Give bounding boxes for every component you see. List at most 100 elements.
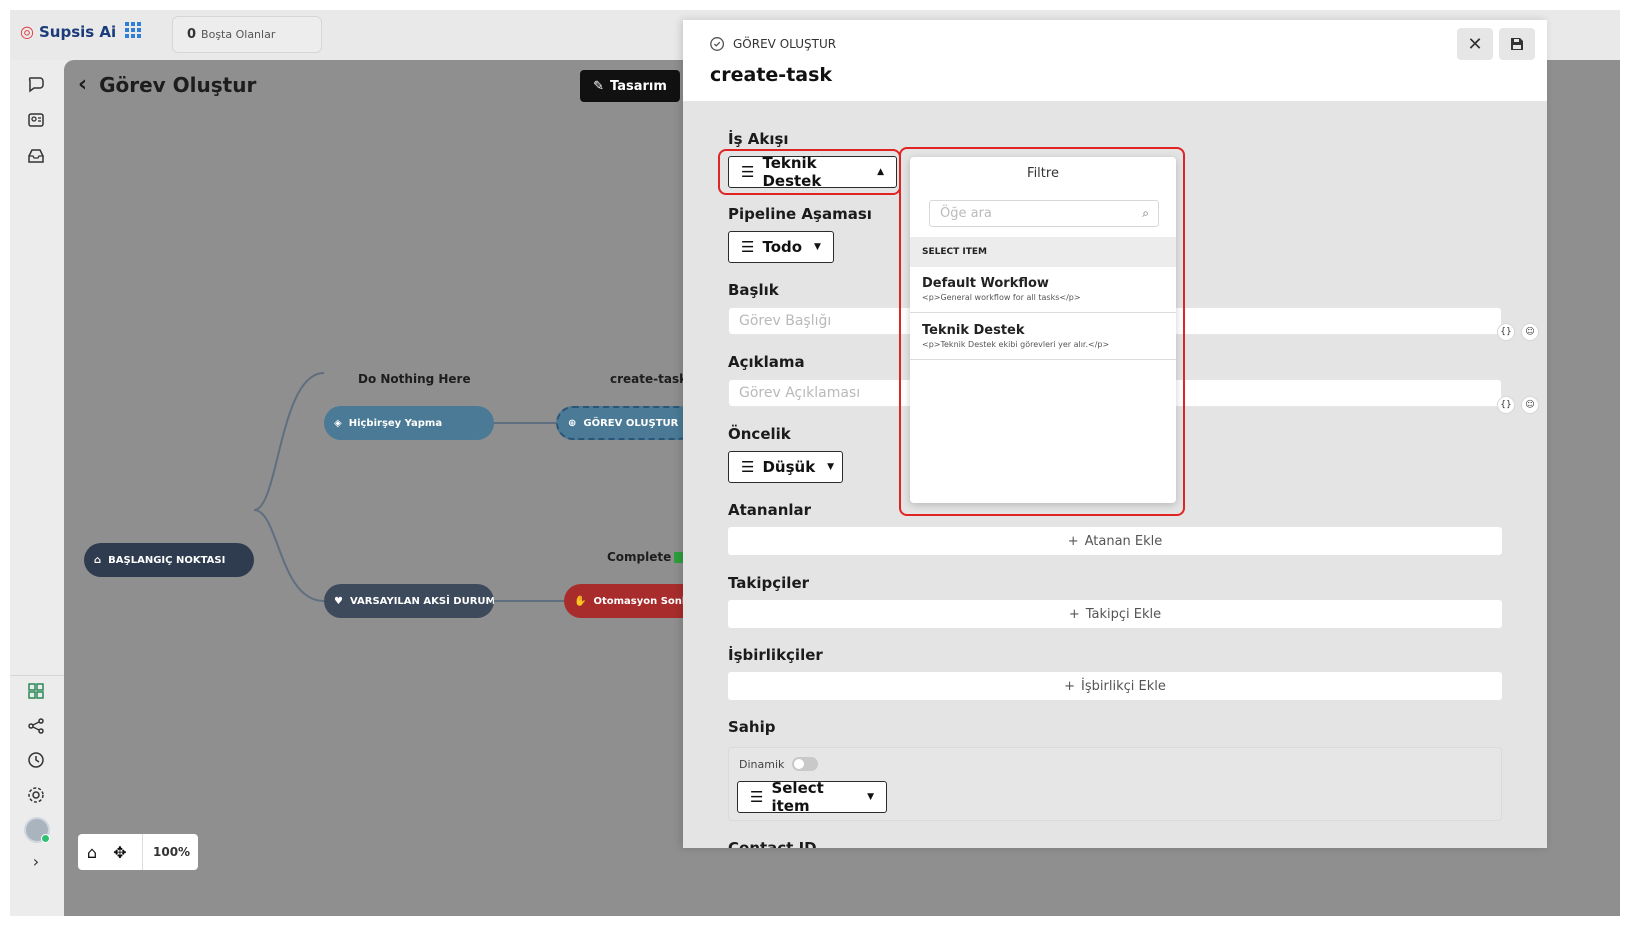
description-input-tools: {} ☺ (1497, 396, 1539, 414)
caret-down-icon: ▼ (827, 462, 835, 472)
node-caption: Complete (607, 550, 686, 564)
broken-heart-icon: ♥ (334, 595, 343, 607)
priority-dropdown[interactable]: ☰ Düşük ▼ (728, 451, 843, 483)
code-braces-icon[interactable]: {} (1497, 323, 1515, 341)
emoji-icon[interactable]: ☺ (1521, 396, 1539, 414)
dashboard-icon[interactable] (26, 681, 46, 701)
panel-kicker-label: GÖREV OLUŞTUR (733, 37, 837, 51)
wave-hand-icon: ✋ (574, 595, 587, 607)
node-caption-text: Complete (607, 550, 672, 564)
option-default-workflow[interactable]: Default Workflow <p>General workflow for… (910, 267, 1176, 313)
owner-select-dropdown[interactable]: ☰ Select item ▼ (737, 779, 887, 815)
idle-agents-box[interactable]: 0 Boşta Olanlar (172, 16, 322, 53)
filter-icon: ☰ (741, 238, 755, 256)
app-logo[interactable]: ◎ Supsis Ai (20, 22, 116, 41)
zoom-controls: ⌂ ✥ 100% (78, 834, 198, 870)
caret-down-icon: ▼ (814, 242, 821, 252)
popover-title: Filtre (1027, 166, 1059, 181)
followers-label: Takipçiler (728, 574, 810, 592)
title-label: Başlık (728, 281, 779, 299)
add-collaborator-button[interactable]: + İşbirlikçi Ekle (728, 672, 1502, 700)
workflow-filter-popover: Filtre Öğe ara ⌕ SELECT ITEM Default Wor… (910, 157, 1176, 503)
owner-label: Sahip (728, 718, 776, 736)
node-label: VARSAYILAN AKSİ DURUM (349, 595, 494, 607)
add-follower-label: Takipçi Ekle (1085, 606, 1162, 622)
zoom-level[interactable]: 100% (143, 845, 190, 859)
save-button[interactable] (1499, 28, 1535, 60)
add-assignee-label: Atanan Ekle (1084, 533, 1163, 549)
apps-grid-icon[interactable] (125, 22, 141, 38)
clock-icon[interactable] (26, 750, 46, 770)
left-sidebar: › (10, 60, 64, 916)
dynamic-toggle-row: Dinamik (739, 757, 819, 771)
option-name: Default Workflow (922, 276, 1049, 291)
pipeline-stage-dropdown[interactable]: ☰ Todo ▼ (728, 231, 834, 263)
option-description: <p>General workflow for all tasks</p> (922, 293, 1081, 302)
home-icon: ⌂ (94, 554, 102, 566)
node-label: Hiçbirşey Yapma (348, 417, 443, 429)
node-label: Otomasyon Sonl (593, 595, 686, 607)
title-input-tools: {} ☺ (1497, 323, 1539, 341)
flow-node-default-else[interactable]: ♥ VARSAYILAN AKSİ DURUM (324, 584, 494, 618)
workflow-value: Teknik Destek (762, 154, 822, 190)
contacts-icon[interactable] (26, 110, 46, 130)
emoji-icon[interactable]: ☺ (1521, 323, 1539, 341)
chat-icon[interactable] (26, 74, 46, 94)
assignees-label: Atananlar (728, 501, 812, 519)
popover-search-input[interactable]: Öğe ara ⌕ (929, 200, 1159, 227)
workflow-dropdown[interactable]: ☰ Teknik Destek ▲ (728, 154, 897, 190)
user-avatar[interactable] (24, 817, 50, 843)
close-icon: ✕ (1467, 33, 1483, 55)
pipeline-stage-label: Pipeline Aşaması (728, 205, 872, 223)
owner-select-value: Select item (771, 779, 824, 815)
settings-icon[interactable] (26, 785, 46, 805)
flow-node-start[interactable]: ⌂ BAŞLANGIÇ NOKTASI (84, 543, 254, 577)
floppy-disk-icon (1511, 38, 1523, 50)
dynamic-label: Dinamik (739, 757, 785, 771)
logo-icon: ◎ (20, 22, 34, 41)
pipeline-stage-value: Todo (762, 238, 803, 256)
close-button[interactable]: ✕ (1457, 28, 1493, 60)
home-icon[interactable]: ⌂ (78, 843, 106, 862)
plus-icon: + (1064, 678, 1076, 694)
code-braces-icon[interactable]: {} (1497, 396, 1515, 414)
task-check-icon: ⊕ (568, 417, 577, 429)
share-icon[interactable] (26, 716, 46, 736)
filter-icon: ☰ (741, 163, 755, 181)
add-follower-button[interactable]: + Takipçi Ekle (728, 600, 1502, 628)
plus-icon: + (1068, 606, 1080, 622)
task-settings-panel: GÖREV OLUŞTUR create-task ✕ İş Akışı ☰ T… (683, 20, 1547, 848)
search-placeholder: Öğe ara (940, 206, 992, 221)
option-name: Teknik Destek (922, 323, 1025, 338)
dynamic-toggle[interactable] (792, 757, 819, 771)
flow-node-do-nothing[interactable]: ◈ Hiçbirşey Yapma (324, 406, 494, 440)
workflow-label: İş Akışı (728, 130, 789, 148)
handshake-icon: ◈ (334, 417, 342, 429)
sidebar-divider (10, 675, 64, 676)
panel-title: create-task (710, 64, 833, 86)
search-icon: ⌕ (1142, 206, 1149, 220)
app-window: ◎ Supsis Ai 0 Boşta Olanlar › ‹ Görev Ol… (10, 10, 1620, 916)
node-caption: create-task (610, 372, 688, 386)
panel-kicker: GÖREV OLUŞTUR (709, 35, 836, 53)
move-icon[interactable]: ✥ (106, 843, 134, 862)
idle-count: 0 (187, 27, 197, 42)
option-teknik-destek[interactable]: Teknik Destek <p>Teknik Destek ekibi gör… (910, 314, 1176, 360)
plus-icon: + (1067, 533, 1079, 549)
expand-chevron-icon[interactable]: › (26, 852, 46, 872)
option-description: <p>Teknik Destek ekibi görevleri yer alı… (922, 340, 1110, 349)
owner-section: Dinamik ☰ Select item ▼ (728, 747, 1502, 821)
priority-value: Düşük (762, 458, 816, 476)
popover-section-header: SELECT ITEM (910, 237, 1176, 267)
priority-label: Öncelik (728, 425, 791, 443)
add-assignee-button[interactable]: + Atanan Ekle (728, 527, 1502, 555)
idle-label: Boşta Olanlar (201, 28, 276, 41)
node-caption: Do Nothing Here (358, 372, 471, 386)
inbox-icon[interactable] (26, 146, 46, 166)
flow-node-create-task[interactable]: ⊕ GÖREV OLUŞTUR (556, 406, 696, 440)
description-label: Açıklama (728, 353, 805, 371)
collaborators-label: İşbirlikçiler (728, 646, 823, 664)
filter-icon: ☰ (741, 458, 755, 476)
node-label: GÖREV OLUŞTUR (583, 417, 679, 429)
filter-icon: ☰ (750, 788, 764, 806)
